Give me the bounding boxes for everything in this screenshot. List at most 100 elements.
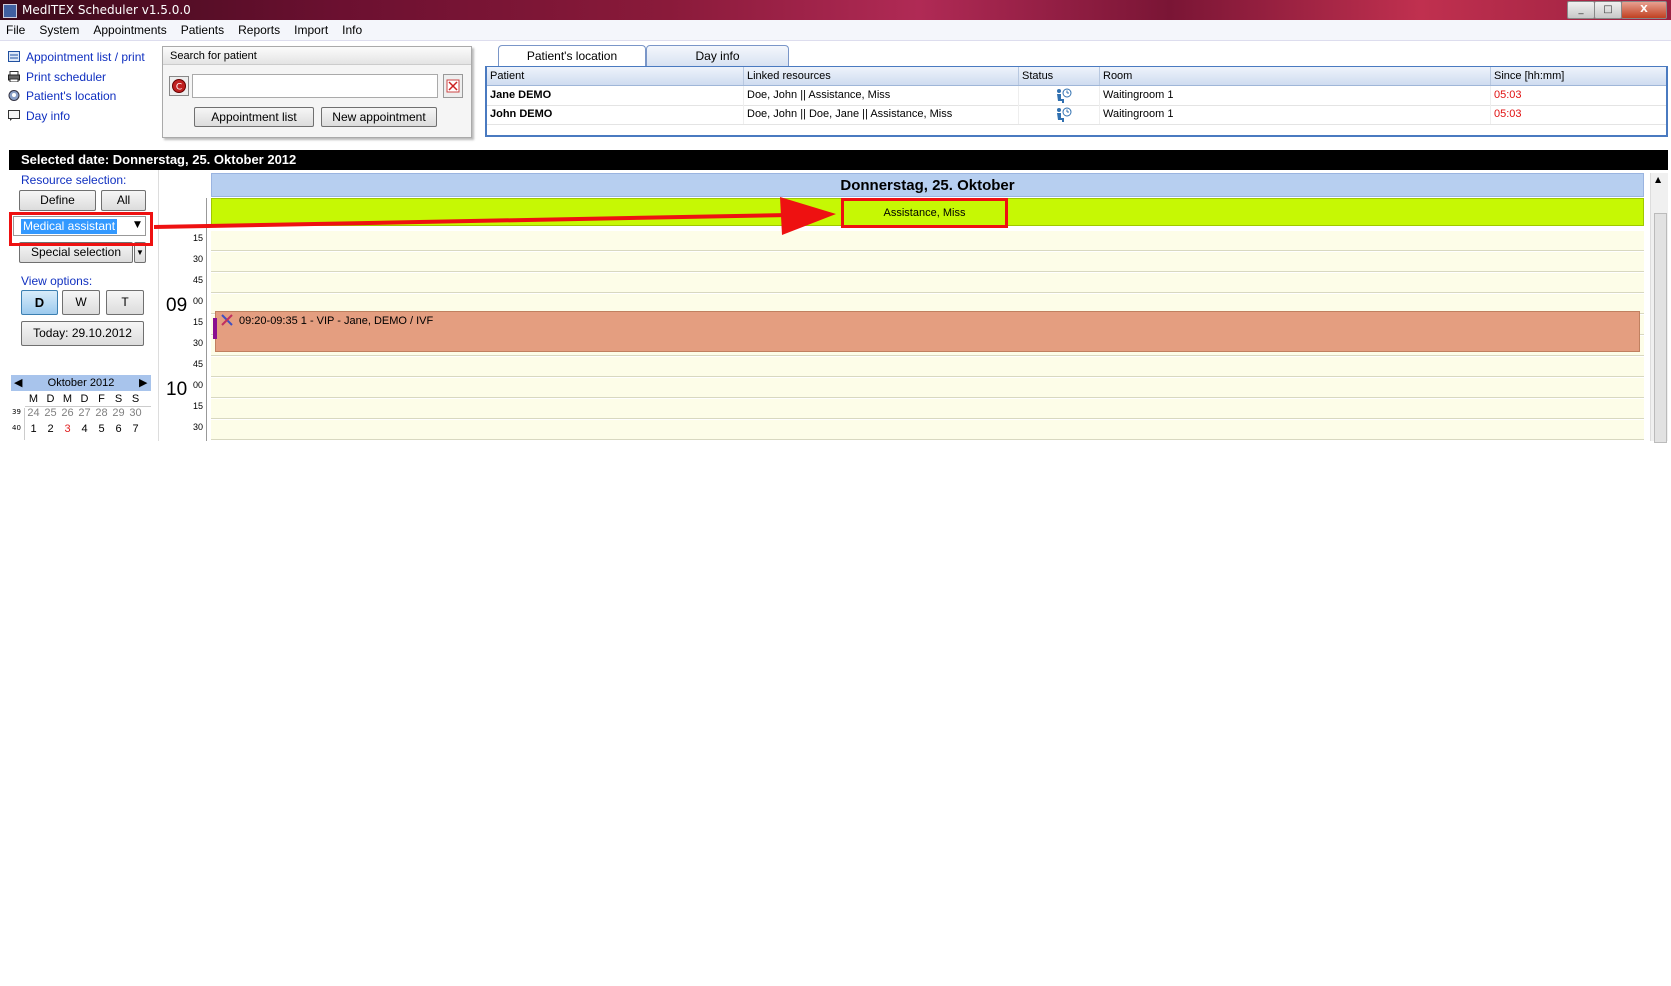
mini-calendar-header: ◀ Oktober 2012 ▶ bbox=[11, 375, 151, 391]
cell-room: Waitingroom 1 bbox=[1100, 105, 1491, 124]
calendar-day[interactable]: 2 bbox=[42, 423, 59, 435]
minute-label: 00 bbox=[192, 296, 203, 306]
calendar-day[interactable]: 24 bbox=[25, 407, 42, 419]
table-header: Patient Linked resources Status Room Sin… bbox=[487, 67, 1666, 86]
menu-bar: File System Appointments Patients Reports Imp… bbox=[0, 20, 1671, 41]
week-number-column: 39 40 bbox=[11, 408, 25, 440]
list-icon bbox=[8, 50, 20, 62]
calendar-day[interactable]: 25 bbox=[42, 407, 59, 419]
calendar-day[interactable]: 29 bbox=[110, 407, 127, 419]
table-row[interactable]: Jane DEMO Doe, John || Assistance, Miss … bbox=[487, 86, 1666, 106]
col-since[interactable]: Since [hh:mm] bbox=[1491, 67, 1666, 85]
print-scheduler-link[interactable]: Print scheduler bbox=[8, 69, 106, 85]
appointment-list-print-link[interactable]: Appointment list / print bbox=[8, 49, 145, 65]
appointment-block[interactable]: 09:20-09:35 1 - VIP - Jane, DEMO / IVF bbox=[213, 311, 1640, 352]
appointment-status-marker bbox=[213, 318, 217, 339]
minute-label: 15 bbox=[192, 317, 203, 327]
calendar-day[interactable]: 1 bbox=[25, 423, 42, 435]
cell-room: Waitingroom 1 bbox=[1100, 86, 1491, 105]
calendar-day[interactable]: 6 bbox=[110, 423, 127, 435]
define-button[interactable]: Define bbox=[19, 190, 96, 211]
col-status[interactable]: Status bbox=[1019, 67, 1100, 85]
cell-linked: Doe, John || Doe, Jane || Assistance, Mi… bbox=[744, 105, 1019, 124]
all-button[interactable]: All bbox=[101, 190, 146, 211]
appointment-text: 09:20-09:35 1 - VIP - Jane, DEMO / IVF bbox=[239, 315, 434, 327]
tab-patients-location[interactable]: Patient's location bbox=[498, 45, 646, 66]
mini-calendar-month: Oktober 2012 bbox=[47, 377, 115, 389]
col-linked-resources[interactable]: Linked resources bbox=[744, 67, 1019, 85]
minute-label: 00 bbox=[192, 380, 203, 390]
patients-location-link[interactable]: Patient's location bbox=[8, 88, 116, 104]
menu-reports[interactable]: Reports bbox=[231, 20, 287, 37]
close-button[interactable]: X bbox=[1621, 1, 1667, 19]
table-row[interactable]: John DEMO Doe, John || Doe, Jane || Assi… bbox=[487, 105, 1666, 125]
clear-search-button[interactable] bbox=[443, 74, 463, 98]
patients-location-table: Patient Linked resources Status Room Sin… bbox=[485, 66, 1668, 137]
weekday-label: D bbox=[46, 393, 55, 405]
time-slot[interactable] bbox=[211, 357, 1644, 377]
calendar-day-highlighted[interactable]: 3 bbox=[59, 423, 76, 435]
patient-search-button[interactable]: C bbox=[169, 76, 189, 96]
menu-file[interactable]: File bbox=[0, 20, 32, 37]
day-info-link[interactable]: Day info bbox=[8, 108, 70, 124]
time-slot[interactable] bbox=[211, 252, 1644, 272]
cancel-x-icon bbox=[220, 313, 234, 330]
minimize-button[interactable]: _ bbox=[1567, 1, 1595, 19]
scroll-thumb[interactable] bbox=[1654, 213, 1667, 443]
today-button[interactable]: Today: 29.10.2012 bbox=[21, 321, 144, 346]
week-number: 40 bbox=[12, 424, 21, 432]
col-room[interactable]: Room bbox=[1100, 67, 1491, 85]
cell-status bbox=[1019, 105, 1100, 124]
annotation-arrow-icon bbox=[153, 197, 836, 235]
cell-status bbox=[1019, 86, 1100, 105]
day-view-button[interactable]: D bbox=[21, 290, 58, 315]
calendar-day[interactable]: 7 bbox=[127, 423, 144, 435]
printer-icon bbox=[8, 70, 20, 83]
weekday-label: M bbox=[62, 393, 73, 405]
tab-day-info[interactable]: Day info bbox=[646, 45, 789, 66]
team-view-button[interactable]: T bbox=[106, 290, 144, 315]
search-panel-header: Search for patient bbox=[163, 47, 471, 65]
weekday-label: S bbox=[114, 393, 123, 405]
search-patient-panel: Search for patient C Appointment list Ne… bbox=[162, 46, 472, 138]
cell-patient: Jane DEMO bbox=[487, 86, 744, 105]
cell-patient: John DEMO bbox=[487, 105, 744, 124]
menu-system[interactable]: System bbox=[32, 20, 86, 37]
mini-calendar: M D M D F S S 39 40 24 25 26 27 28 29 30… bbox=[11, 392, 151, 441]
week-view-button[interactable]: W bbox=[62, 290, 100, 315]
menu-appointments[interactable]: Appointments bbox=[86, 20, 173, 37]
calendar-day[interactable]: 27 bbox=[76, 407, 93, 419]
menu-patients[interactable]: Patients bbox=[174, 20, 231, 37]
appointment-list-button[interactable]: Appointment list bbox=[194, 107, 314, 127]
time-slot[interactable] bbox=[211, 420, 1644, 440]
calendar-day[interactable]: 30 bbox=[127, 407, 144, 419]
next-month-icon[interactable]: ▶ bbox=[139, 375, 147, 391]
scroll-up-icon[interactable]: ▲ bbox=[1655, 175, 1661, 184]
new-appointment-button[interactable]: New appointment bbox=[321, 107, 437, 127]
time-slot[interactable] bbox=[211, 399, 1644, 419]
weekday-label: D bbox=[80, 393, 89, 405]
time-slot[interactable] bbox=[211, 273, 1644, 293]
window-title: MedITEX Scheduler v1.5.0.0 bbox=[22, 3, 191, 17]
patient-search-input[interactable] bbox=[192, 74, 438, 98]
cell-linked: Doe, John || Assistance, Miss bbox=[744, 86, 1019, 105]
minute-label: 45 bbox=[192, 359, 203, 369]
mini-calendar-week-row: 1 2 3 4 5 6 7 bbox=[25, 423, 151, 438]
prev-month-icon[interactable]: ◀ bbox=[14, 375, 22, 391]
waiting-icon bbox=[1057, 107, 1072, 122]
annotation-red-box-dropdown bbox=[9, 212, 153, 246]
col-patient[interactable]: Patient bbox=[487, 67, 744, 85]
weekday-label: S bbox=[131, 393, 140, 405]
cell-since: 05:03 bbox=[1494, 89, 1522, 101]
minute-label: 45 bbox=[192, 275, 203, 285]
maximize-button[interactable]: □ bbox=[1594, 1, 1622, 19]
vertical-scrollbar[interactable]: ▲ bbox=[1650, 173, 1668, 443]
calendar-day[interactable]: 26 bbox=[59, 407, 76, 419]
menu-import[interactable]: Import bbox=[287, 20, 335, 37]
calendar-day[interactable]: 28 bbox=[93, 407, 110, 419]
mini-calendar-weekdays: M D M D F S S bbox=[25, 393, 151, 407]
menu-info[interactable]: Info bbox=[335, 20, 369, 37]
time-slot[interactable] bbox=[211, 378, 1644, 398]
calendar-day[interactable]: 5 bbox=[93, 423, 110, 435]
calendar-day[interactable]: 4 bbox=[76, 423, 93, 435]
